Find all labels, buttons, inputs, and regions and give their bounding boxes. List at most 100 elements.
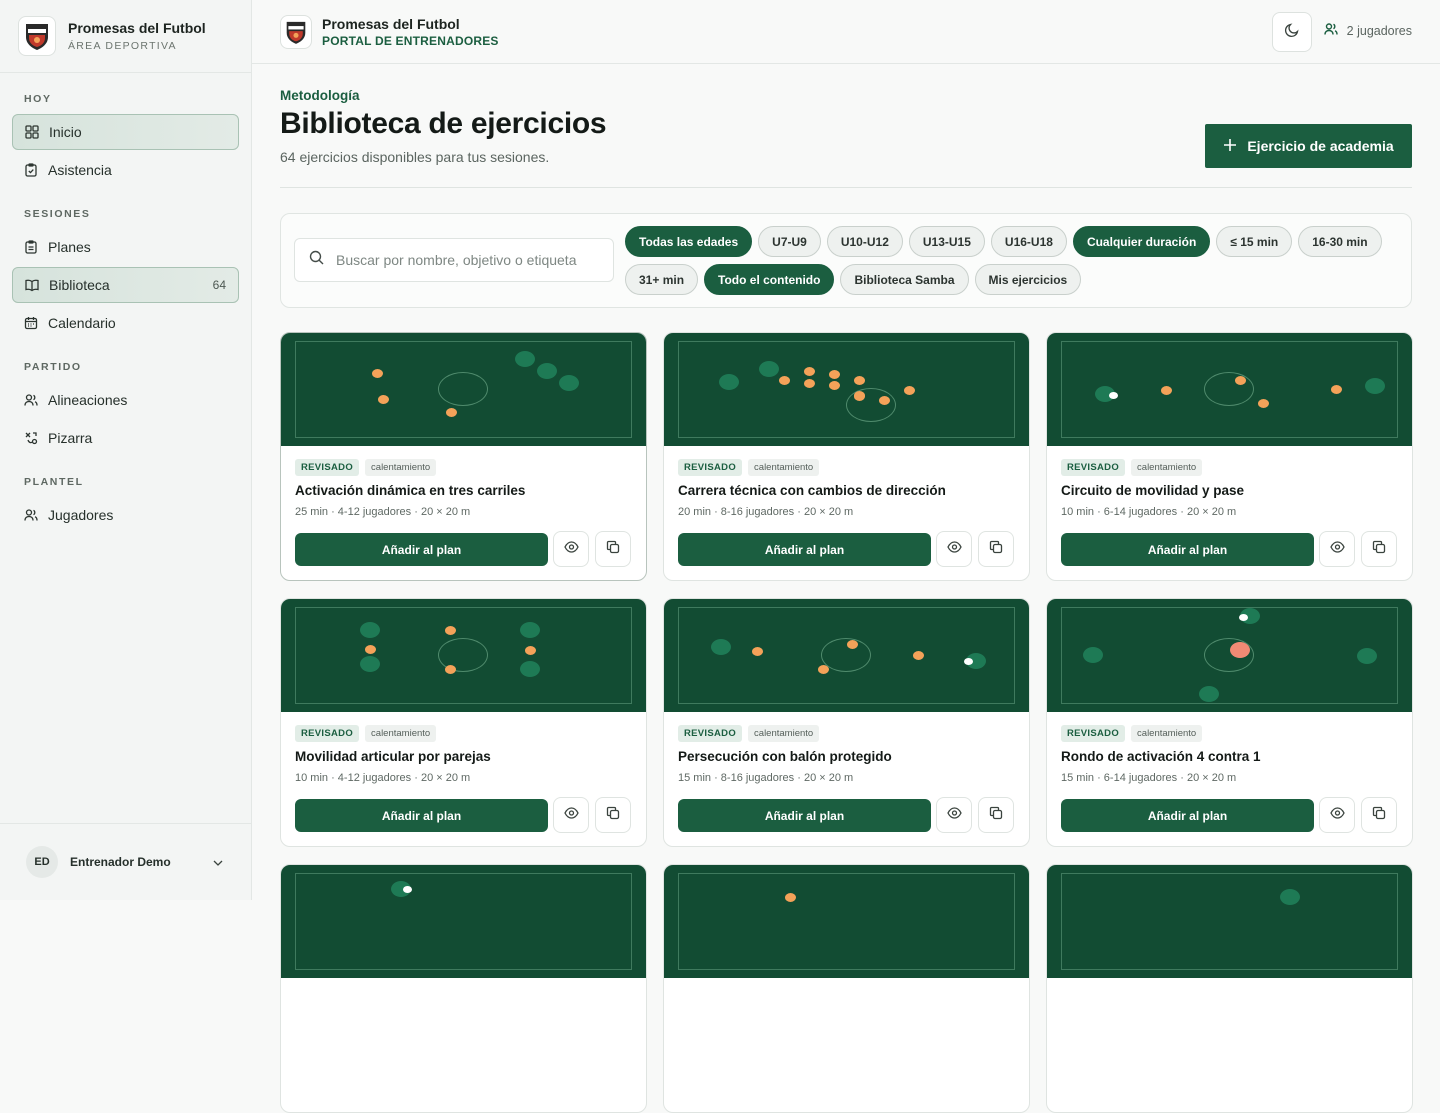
preview-button[interactable] [1319,797,1355,833]
player-marker [360,656,380,672]
page-header: Metodología Biblioteca de ejercicios 64 … [280,88,1412,168]
chip-samba-library[interactable]: Biblioteca Samba [840,264,969,295]
chip-16-30-min[interactable]: 16-30 min [1298,226,1382,257]
duplicate-button[interactable] [595,531,631,567]
add-to-plan-button[interactable]: Añadir al plan [1061,533,1314,566]
status-badge: REVISADO [295,725,360,742]
sidebar-item-label: Biblioteca [49,277,110,293]
player-marker [846,639,858,649]
moon-icon [1284,22,1300,43]
chip-all-content[interactable]: Todo el contenido [704,264,835,295]
sidebar-item-planes[interactable]: Planes [12,229,239,265]
header-divider [280,187,1412,188]
user-menu[interactable]: ED Entrenador Demo [0,823,251,900]
preview-button[interactable] [553,531,589,567]
duplicate-button[interactable] [1361,797,1397,833]
sidebar-item-asistencia[interactable]: Asistencia [12,152,239,188]
player-marker [1160,385,1172,395]
section-label-sesiones: SESIONES [24,208,91,220]
pitch-diagram [281,865,646,978]
add-to-plan-button[interactable]: Añadir al plan [295,533,548,566]
card-tags: REVISADO calentamiento [295,459,437,476]
chip-31-plus-min[interactable]: 31+ min [625,264,699,295]
duplicate-button[interactable] [978,531,1014,567]
grid-icon [25,125,39,139]
exercise-card-persecucion[interactable]: REVISADO calentamiento Persecución con b… [663,598,1030,847]
add-to-plan-button[interactable]: Añadir al plan [678,799,931,832]
chip-u7-u9[interactable]: U7-U9 [758,226,821,257]
copy-icon [989,806,1003,825]
topbar: Promesas del Futbol PORTAL DE ENTRENADOR… [252,0,1440,64]
player-marker [520,622,540,638]
sidebar-item-pizarra[interactable]: Pizarra [12,420,239,456]
chip-all-ages[interactable]: Todas las edades [625,226,753,257]
theme-toggle-button[interactable] [1272,12,1312,52]
add-to-plan-button[interactable]: Añadir al plan [678,533,931,566]
sidebar-item-alineaciones[interactable]: Alineaciones [12,382,239,418]
player-marker [778,375,790,385]
player-marker [828,369,840,379]
section-label-hoy: HOY [24,93,52,105]
preview-button[interactable] [1319,531,1355,567]
player-marker [1238,613,1248,621]
exercise-card-carrera-tecnica[interactable]: REVISADO calentamiento Carrera técnica c… [663,332,1030,581]
pitch-diagram [1047,599,1412,712]
copy-icon [1372,806,1386,825]
chip-any-duration[interactable]: Cualquier duración [1072,226,1211,257]
player-marker [1108,391,1118,399]
filter-chips: Todas las edades U7-U9 U10-U12 U13-U15 U16-U… [625,226,1385,295]
exercise-card-partial[interactable] [280,864,647,1113]
player-marker [1234,375,1246,385]
player-marker [1083,647,1103,663]
exercise-card-circuito-movilidad[interactable]: REVISADO calentamiento Circuito de movil… [1046,332,1413,581]
plus-icon [1223,138,1237,155]
players-count-button[interactable]: 2 jugadores [1323,22,1412,39]
pitch-diagram [664,333,1029,446]
search-input[interactable] [336,252,606,268]
duplicate-button[interactable] [1361,531,1397,567]
player-marker [817,664,829,674]
search-box[interactable] [294,238,614,282]
player-marker [828,380,840,390]
duplicate-button[interactable] [595,797,631,833]
sidebar-item-biblioteca[interactable]: Biblioteca 64 [12,267,239,303]
sidebar-item-calendario[interactable]: Calendario [12,305,239,341]
chip-my-exercises[interactable]: Mis ejercicios [974,264,1082,295]
exercise-meta: 15 min · 6-14 jugadores · 20 × 20 m [1061,772,1237,784]
topbar-club-name: Promesas del Futbol [322,15,460,32]
add-to-plan-button[interactable]: Añadir al plan [295,799,548,832]
add-to-plan-button[interactable]: Añadir al plan [1061,799,1314,832]
add-academy-exercise-button[interactable]: Ejercicio de academia [1205,124,1412,168]
sidebar-brand[interactable]: Promesas del Futbol ÁREA DEPORTIVA [0,0,251,73]
category-badge: calentamiento [1131,725,1203,742]
sidebar-item-inicio[interactable]: Inicio [12,114,239,150]
player-marker [444,664,456,674]
player-marker [853,375,865,385]
chip-u16-u18[interactable]: U16-U18 [990,226,1067,257]
category-badge: calentamiento [748,725,820,742]
copy-icon [1372,540,1386,559]
sidebar-item-label: Planes [48,239,91,255]
exercise-card-partial[interactable] [663,864,1030,1113]
preview-button[interactable] [553,797,589,833]
exercise-card-partial[interactable] [1046,864,1413,1113]
preview-button[interactable] [936,531,972,567]
users-icon [1323,22,1339,39]
pitch-boundary [1061,873,1398,970]
chip-under-15-min[interactable]: ≤ 15 min [1216,226,1293,257]
sidebar-item-jugadores[interactable]: Jugadores [12,497,239,533]
section-label-plantel: PLANTEL [24,476,84,488]
chip-u13-u15[interactable]: U13-U15 [908,226,985,257]
player-marker [444,625,456,635]
chip-u10-u12[interactable]: U10-U12 [826,226,903,257]
player-marker [803,366,815,376]
brand-name: Promesas del Futbol [68,20,206,36]
preview-button[interactable] [936,797,972,833]
exercise-card-activacion[interactable]: REVISADO calentamiento Activación dinámi… [280,332,647,581]
exercise-card-rondo[interactable]: REVISADO calentamiento Rondo de activaci… [1046,598,1413,847]
exercise-card-movilidad-parejas[interactable]: REVISADO calentamiento Movilidad articul… [280,598,647,847]
book-icon [25,278,39,292]
chevron-down-icon[interactable] [213,853,223,871]
duplicate-button[interactable] [978,797,1014,833]
pitch-boundary [295,873,632,970]
